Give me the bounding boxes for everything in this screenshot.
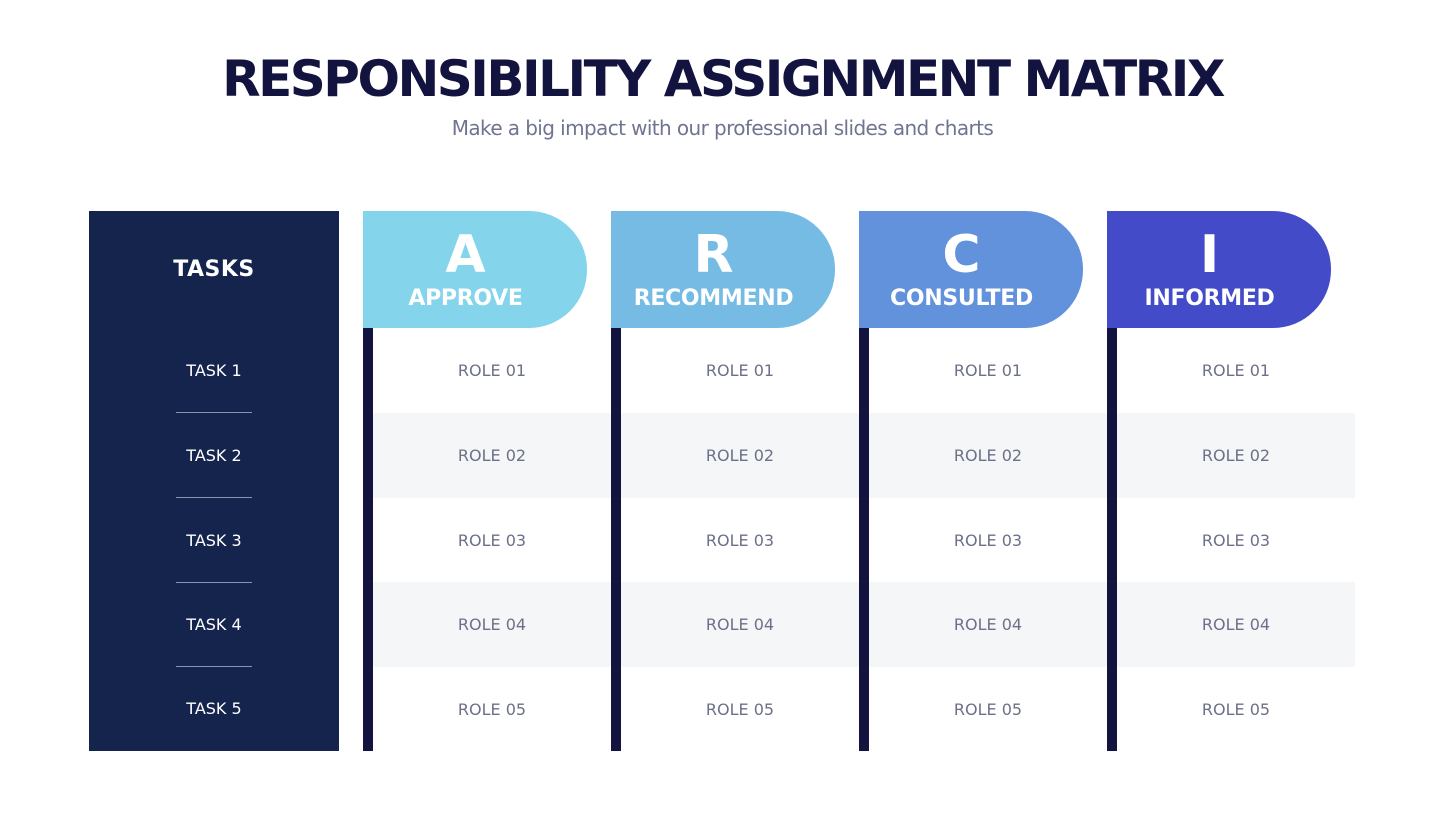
task-cell: TASK 2 bbox=[186, 446, 242, 465]
role-cell: ROLE 03 bbox=[705, 531, 775, 550]
task-cell: TASK 1 bbox=[186, 361, 242, 380]
tasks-header: TASKS bbox=[173, 257, 255, 282]
role-cell: ROLE 02 bbox=[705, 446, 775, 465]
role-cell: ROLE 01 bbox=[1201, 361, 1271, 380]
role-cell: ROLE 04 bbox=[457, 615, 527, 634]
role-cell: ROLE 04 bbox=[1201, 615, 1271, 634]
role-cell: ROLE 05 bbox=[953, 700, 1023, 719]
task-cell: TASK 4 bbox=[186, 615, 242, 634]
column-header-consulted: C CONSULTED bbox=[859, 211, 1083, 328]
role-cell: ROLE 03 bbox=[1201, 531, 1271, 550]
column-bar bbox=[1107, 328, 1117, 751]
role-cell: ROLE 02 bbox=[953, 446, 1023, 465]
column-label: CONSULTED bbox=[890, 286, 1033, 311]
role-cell: ROLE 02 bbox=[1201, 446, 1271, 465]
column-letter: I bbox=[1199, 225, 1220, 285]
column-label: APPROVE bbox=[408, 286, 523, 311]
role-cell: ROLE 01 bbox=[457, 361, 527, 380]
tasks-panel: TASKS TASK 1 TASK 2 TASK 3 TASK 4 TASK 5 bbox=[89, 211, 339, 751]
role-cell: ROLE 04 bbox=[705, 615, 775, 634]
role-cell: ROLE 05 bbox=[457, 700, 527, 719]
role-cell: ROLE 03 bbox=[953, 531, 1023, 550]
column-letter: A bbox=[445, 225, 486, 285]
column-label: RECOMMEND bbox=[633, 286, 794, 311]
column-label: INFORMED bbox=[1144, 286, 1275, 311]
column-header-informed: I INFORMED bbox=[1107, 211, 1331, 328]
column-bar bbox=[611, 328, 621, 751]
column-bar bbox=[363, 328, 373, 751]
task-cell: TASK 3 bbox=[186, 531, 242, 550]
role-cell: ROLE 02 bbox=[457, 446, 527, 465]
role-cell: ROLE 03 bbox=[457, 531, 527, 550]
role-cell: ROLE 05 bbox=[705, 700, 775, 719]
column-header-approve: A APPROVE bbox=[363, 211, 587, 328]
column-header-recommend: R RECOMMEND bbox=[611, 211, 835, 328]
role-cell: ROLE 01 bbox=[705, 361, 775, 380]
column-bar bbox=[859, 328, 869, 751]
role-cell: ROLE 01 bbox=[953, 361, 1023, 380]
role-cell: ROLE 04 bbox=[953, 615, 1023, 634]
column-letter: C bbox=[942, 225, 981, 285]
page-title: RESPONSIBILITY ASSIGNMENT MATRIX bbox=[222, 50, 1225, 108]
task-cell: TASK 5 bbox=[186, 699, 242, 718]
column-letter: R bbox=[693, 225, 734, 285]
role-cell: ROLE 05 bbox=[1201, 700, 1271, 719]
page-subtitle: Make a big impact with our professional … bbox=[451, 116, 994, 140]
